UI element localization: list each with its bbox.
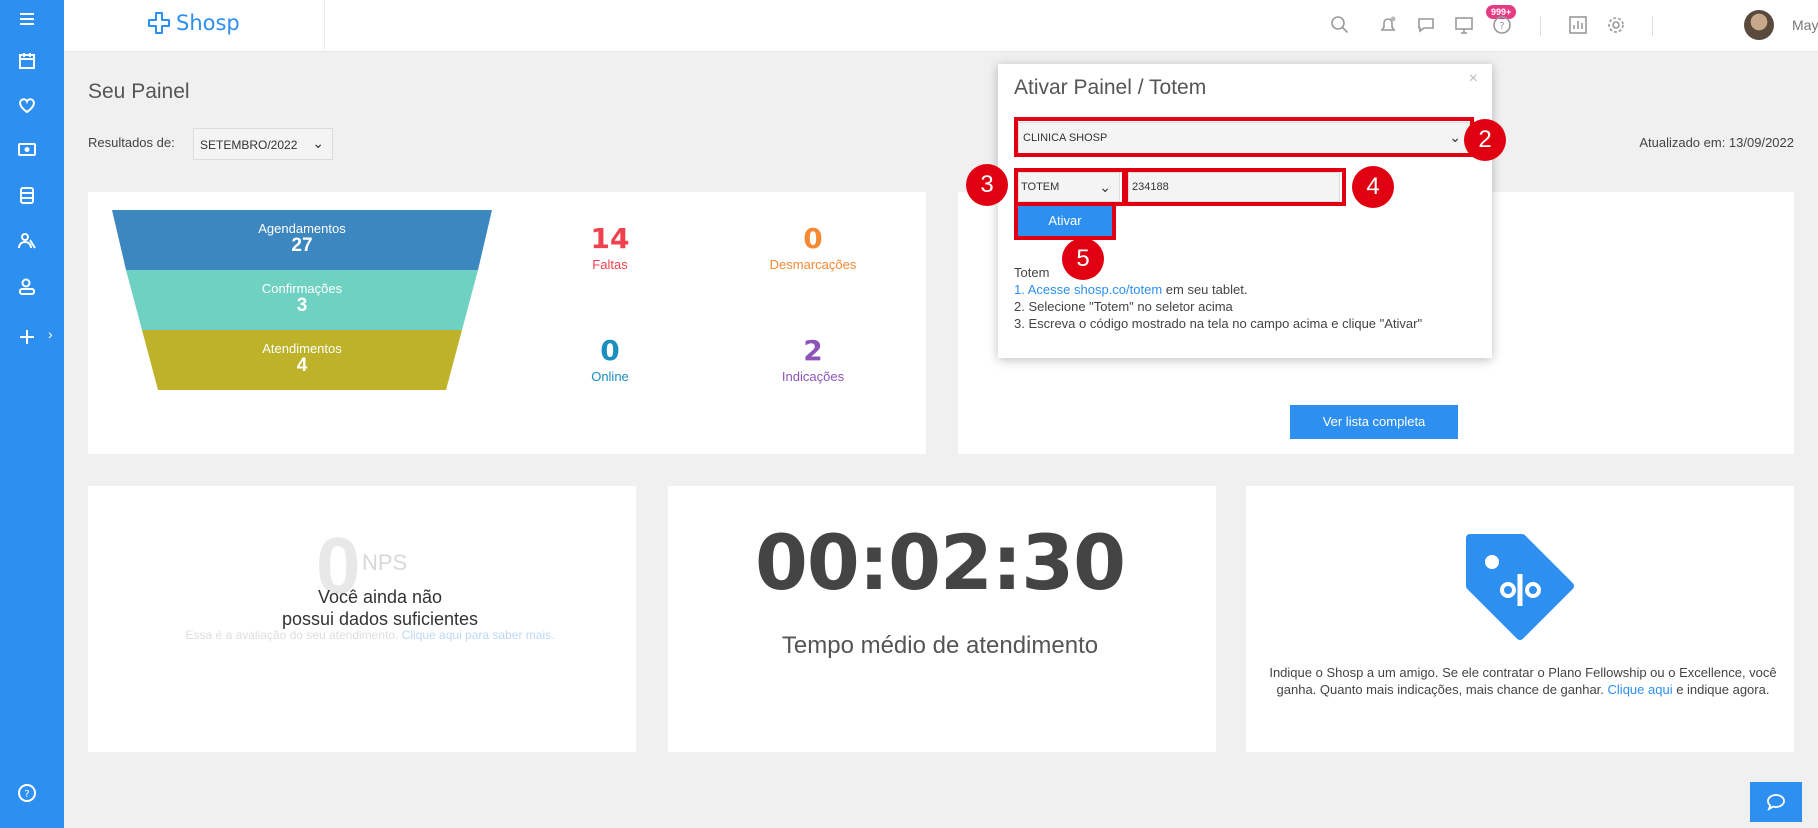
chat-icon[interactable] [1414, 13, 1438, 37]
users-icon[interactable] [14, 228, 40, 254]
search-icon[interactable] [1328, 13, 1352, 37]
referral-tail: e indique agora. [1676, 682, 1770, 697]
stat-online[interactable]: 0 Online [530, 334, 690, 384]
svg-text:?: ? [1499, 21, 1504, 32]
highlight-activate [1014, 202, 1116, 240]
svg-text:?: ? [24, 789, 29, 800]
highlight-code [1124, 168, 1346, 206]
step-marker-2: 2 [1464, 119, 1506, 161]
highlight-clinic [1014, 117, 1474, 157]
nps-hint-text: Essa é a avaliação do seu atendimento. [185, 628, 399, 642]
funnel-stage-value: 3 [296, 295, 308, 317]
nps-message: Você ainda não possui dados suficientes [230, 586, 530, 630]
totem-link[interactable]: shosp.co/totem [1074, 282, 1162, 297]
instructions-step-3: 3. Escreva o código mostrado na tela no … [1014, 316, 1423, 331]
money-icon[interactable] [14, 136, 40, 162]
stat-value: 0 [600, 334, 620, 367]
funnel-stage-label: Agendamentos [258, 221, 346, 236]
nps-message-line: Você ainda não [317, 587, 443, 607]
nps-label: NPS [362, 550, 408, 575]
referral-text: Indique o Shosp a um amigo. Se ele contr… [1268, 664, 1778, 698]
question-icon[interactable]: ? [1490, 13, 1514, 37]
stat-faltas[interactable]: 14 Faltas [530, 222, 690, 272]
logo-icon [148, 12, 170, 34]
stat-indicacoes[interactable]: 2 Indicações [733, 334, 893, 384]
tag-icon [1466, 534, 1574, 640]
month-value: SETEMBRO/2022 [200, 138, 298, 152]
referral-link[interactable]: Clique aqui [1608, 682, 1673, 697]
heart-icon[interactable] [14, 92, 40, 118]
calendar-icon[interactable] [14, 48, 40, 74]
chat-support-button[interactable] [1750, 782, 1802, 822]
instructions-step-1: 1. Acesse shosp.co/totem em seu tablet. [1014, 281, 1422, 298]
doctor-icon[interactable] [14, 274, 40, 300]
page-title: Seu Painel [88, 80, 190, 103]
view-full-list-button[interactable]: Ver lista completa [1290, 405, 1458, 439]
database-icon[interactable] [14, 182, 40, 208]
chevron-down-icon: ⌄ [312, 135, 324, 151]
step-marker-5: 5 [1062, 238, 1104, 280]
funnel-label-confirmacoes: Confirmações 3 [212, 281, 392, 317]
activate-panel-modal: Ativar Painel / Totem × CLINICA SHOSP ⌄ … [998, 64, 1492, 358]
instructions-step-2: 2. Selecione "Totem" no seletor acima [1014, 299, 1233, 314]
highlight-mode [1014, 168, 1126, 206]
month-select[interactable]: SETEMBRO/2022 ⌄ [193, 128, 333, 160]
stat-value: 2 [803, 334, 823, 367]
stat-desmarcacoes[interactable]: 0 Desmarcações [733, 222, 893, 272]
stat-value: 14 [590, 222, 630, 255]
nps-hint-link[interactable]: Clique aqui para saber mais. [402, 628, 555, 642]
report-icon[interactable] [1566, 13, 1590, 37]
plus-icon[interactable] [14, 324, 40, 350]
modal-title: Ativar Painel / Totem [1014, 76, 1207, 99]
logo-text: Shosp [176, 11, 240, 35]
funnel-stage-value: 27 [291, 235, 313, 257]
logo[interactable]: Shosp [146, 10, 240, 36]
bell-icon[interactable] [1376, 13, 1400, 37]
results-label: Resultados de: [88, 135, 175, 150]
sidebar: › ? [0, 0, 64, 828]
top-divider [1652, 16, 1653, 36]
step-marker-4: 4 [1352, 166, 1394, 208]
step-marker-3: 3 [966, 164, 1008, 206]
expand-chevron-icon[interactable]: › [48, 326, 53, 342]
average-time-label: Tempo médio de atendimento [781, 632, 1099, 659]
updated-date: Atualizado em: 13/09/2022 [1639, 135, 1794, 150]
funnel-stage-label: Atendimentos [262, 341, 342, 356]
top-divider [1540, 16, 1541, 36]
menu-icon[interactable] [14, 6, 40, 32]
funnel-label-atendimentos: Atendimentos 4 [212, 341, 392, 377]
funnel-stage-value: 4 [296, 355, 308, 377]
nps-message-line: possui dados suficientes [281, 609, 479, 629]
logo-divider [324, 0, 325, 52]
user-name[interactable]: Maycon [1792, 17, 1818, 33]
close-icon[interactable]: × [1469, 70, 1478, 88]
stat-label: Desmarcações [769, 257, 857, 272]
stat-label: Faltas [592, 257, 628, 272]
stat-label: Online [591, 369, 629, 384]
monitor-icon[interactable] [1452, 13, 1476, 37]
funnel-stage-label: Confirmações [261, 281, 343, 296]
chat-bubble-icon [1767, 794, 1785, 811]
funnel-label-agendamentos: Agendamentos 27 [212, 221, 392, 257]
stat-value: 0 [803, 222, 823, 255]
step-text: 1. Acesse [1014, 282, 1071, 297]
nps-hint: Essa é a avaliação do seu atendimento. C… [100, 628, 640, 642]
avatar[interactable] [1744, 10, 1774, 40]
top-bar: Shosp 999+ ? Maycon ⌄ [64, 0, 1818, 52]
settings-icon[interactable] [1604, 13, 1628, 37]
stat-label: Indicações [781, 369, 845, 384]
average-time: 00:02:30 [754, 518, 1126, 607]
step-text: em seu tablet. [1165, 282, 1248, 297]
help-icon[interactable]: ? [14, 780, 40, 806]
